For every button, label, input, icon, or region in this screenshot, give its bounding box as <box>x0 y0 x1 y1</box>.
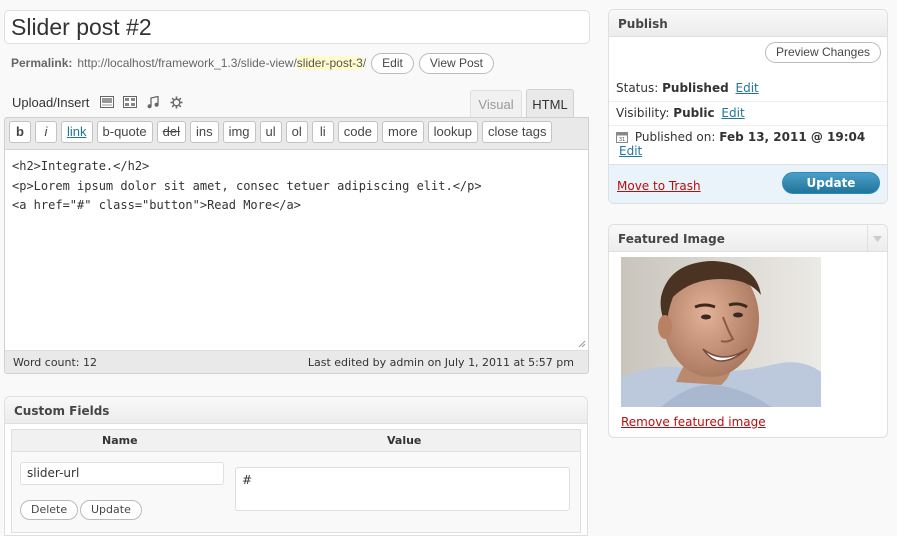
quicktag-img-button[interactable]: img <box>222 121 256 143</box>
toggle-arrow-icon[interactable] <box>867 225 887 252</box>
quicktag-bold-button[interactable]: b <box>9 121 31 143</box>
custom-field-value-textarea[interactable]: # <box>235 467 570 511</box>
edit-status-link[interactable]: Edit <box>736 81 759 95</box>
featured-image-thumbnail[interactable] <box>621 257 821 407</box>
media-buttons: Upload/Insert <box>12 92 184 112</box>
edit-permalink-button[interactable]: Edit <box>371 52 414 74</box>
custom-fields-table: Name Value slider-url # Delete Update <box>11 429 581 533</box>
calendar-icon: 31 <box>616 132 628 143</box>
status-label: Status: <box>616 81 659 95</box>
quicktags-toolbar: b i link b-quote del ins img ul ol li co… <box>9 121 556 145</box>
column-header-name: Name <box>102 434 138 447</box>
word-count: Word count: 12 <box>13 356 98 369</box>
quicktag-lookup-button[interactable]: lookup <box>427 121 478 143</box>
published-label: Published on: <box>634 130 716 144</box>
quicktag-li-button[interactable]: li <box>311 121 334 143</box>
audio-icon[interactable] <box>145 94 161 110</box>
delete-meta-button[interactable]: Delete <box>20 500 79 520</box>
publish-actions: Move to Trash Update <box>609 164 887 203</box>
quicktag-link-button[interactable]: link <box>61 121 93 143</box>
edit-timestamp-link[interactable]: Edit <box>619 144 642 158</box>
last-edited: Last edited by admin on July 1, 2011 at … <box>307 356 574 369</box>
quicktag-bquote-button[interactable]: b-quote <box>96 121 153 143</box>
status-value: Published <box>662 81 729 95</box>
quicktag-close-tags-button[interactable]: close tags <box>481 121 553 143</box>
content-textarea[interactable]: <h2>Integrate.</h2> <p>Lorem ipsum dolor… <box>5 149 588 351</box>
permalink-trailing: / <box>362 56 367 70</box>
content-line: <p>Lorem ipsum dolor sit amet, consec te… <box>12 178 482 193</box>
post-status-row: Status: Published Edit <box>609 77 887 101</box>
quicktag-code-button[interactable]: code <box>337 121 378 143</box>
quicktag-ins-button[interactable]: ins <box>189 121 219 143</box>
view-post-button[interactable]: View Post <box>418 52 494 74</box>
custom-fields-header: Name Value <box>12 430 580 452</box>
tab-html[interactable]: HTML <box>526 89 574 118</box>
quicktag-more-button[interactable]: more <box>382 121 424 143</box>
visibility-value: Public <box>673 106 715 120</box>
svg-text:31: 31 <box>619 137 625 143</box>
visibility-row: Visibility: Public Edit <box>609 101 887 125</box>
quicktag-italic-button[interactable]: i <box>35 121 57 143</box>
visibility-label: Visibility: <box>616 106 670 120</box>
upload-insert-label: Upload/Insert <box>12 94 90 110</box>
image-icon[interactable] <box>99 94 115 110</box>
media-icon[interactable] <box>168 94 184 110</box>
permalink-slug[interactable]: slider-post-3 <box>296 56 363 70</box>
custom-field-key-input[interactable]: slider-url <box>20 462 224 485</box>
column-header-value: Value <box>387 434 422 447</box>
edit-visibility-link[interactable]: Edit <box>721 106 744 120</box>
publish-box: Publish Preview Changes Status: Publishe… <box>608 9 888 204</box>
resize-grip-icon[interactable] <box>578 340 586 348</box>
permalink-base: http://localhost/framework_1.3/slide-vie… <box>77 56 297 70</box>
quicktag-ul-button[interactable]: ul <box>259 121 282 143</box>
publish-title[interactable]: Publish <box>609 10 887 37</box>
update-button[interactable]: Update <box>782 172 880 194</box>
preview-changes-button[interactable]: Preview Changes <box>764 42 881 63</box>
quicktag-ol-button[interactable]: ol <box>285 121 308 143</box>
featured-image-title[interactable]: Featured Image <box>609 225 887 252</box>
publish-date-row: 31 Published on: Feb 13, 2011 @ 19:04 Ed… <box>609 125 887 158</box>
post-title-input[interactable]: Slider post #2 <box>4 10 590 44</box>
custom-fields-box: Custom Fields Name Value slider-url # De… <box>4 396 588 536</box>
content-line: <a href="#" class="button">Read More</a> <box>12 198 301 212</box>
move-to-trash-link[interactable]: Move to Trash <box>617 179 701 193</box>
quicktag-del-button[interactable]: del <box>156 121 186 143</box>
remove-featured-image-link[interactable]: Remove featured image <box>621 415 766 429</box>
featured-image-box: Featured Image Remove featured image <box>608 224 888 438</box>
published-value: Feb 13, 2011 @ 19:04 <box>719 130 866 144</box>
permalink-label: Permalink: <box>11 56 73 70</box>
content-line: <h2>Integrate.</h2> <box>12 159 150 173</box>
tab-visual[interactable]: Visual <box>470 90 522 117</box>
editor-container: b i link b-quote del ins img ul ol li co… <box>4 117 589 374</box>
editor-status-bar: Word count: 12 Last edited by admin on J… <box>5 351 588 373</box>
update-meta-button[interactable]: Update <box>80 500 142 520</box>
video-icon[interactable] <box>122 94 138 110</box>
custom-fields-title[interactable]: Custom Fields <box>5 397 587 424</box>
permalink-row: Permalink: http://localhost/framework_1.… <box>11 52 591 74</box>
